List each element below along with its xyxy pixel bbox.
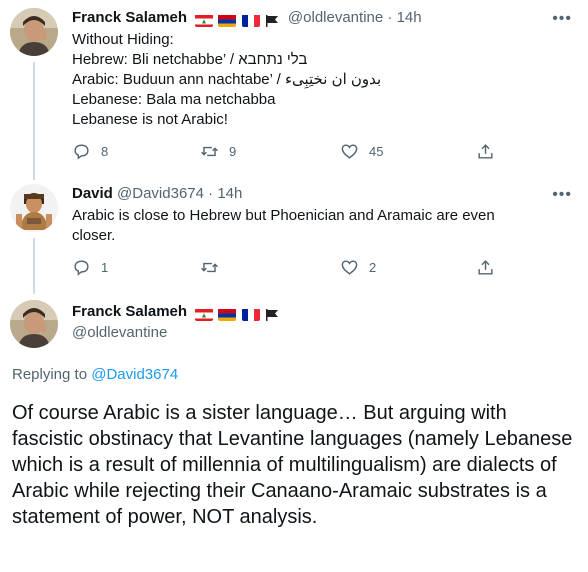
reply-button[interactable]: 1	[72, 258, 108, 277]
avatar[interactable]	[10, 184, 58, 232]
author-handle[interactable]: @David3674	[117, 185, 204, 202]
flag-armenia	[218, 14, 237, 27]
timestamp[interactable]: 14h	[217, 185, 242, 202]
flag-emojis	[195, 10, 280, 30]
flag-lebanon	[195, 14, 214, 27]
separator-dot: ·	[387, 9, 393, 26]
tweet-header: Franck Salameh @oldlevantine · 14h	[72, 8, 422, 30]
tweet-line: Arabic: Buduun ann nachtabe’ / بدون ان ن…	[72, 71, 382, 88]
replying-prefix: Replying to	[12, 366, 88, 383]
tweet-line: Hebrew: Bli netchabbe’ / בלי נתחבא	[72, 51, 308, 68]
flag-black	[265, 308, 279, 321]
like-count: 2	[369, 260, 377, 275]
like-icon	[341, 260, 358, 275]
like-button[interactable]: 2	[340, 258, 376, 277]
author-name[interactable]: Franck Salameh	[72, 303, 187, 320]
tweet-actions: 8 9 45	[72, 142, 512, 162]
reply-icon	[74, 144, 89, 160]
replying-to-link[interactable]: @David3674	[91, 366, 178, 383]
share-icon	[478, 144, 493, 159]
share-icon	[478, 260, 493, 275]
flag-armenia	[218, 308, 237, 321]
reply-icon	[74, 260, 89, 276]
main-tweet-text: Of course Arabic is a sister language… B…	[12, 402, 573, 528]
like-count: 45	[369, 144, 384, 159]
flag-emojis	[195, 304, 280, 324]
avatar[interactable]	[10, 300, 58, 348]
tweet-line: Arabic is close to Hebrew but Phoenician…	[72, 207, 495, 224]
retweet-icon	[201, 146, 218, 157]
more-icon[interactable]: •••	[552, 10, 572, 28]
tweet-line: Without Hiding:	[72, 31, 174, 48]
more-icon[interactable]: •••	[552, 186, 572, 204]
tweet-line: Lebanese: Bala ma netchabba	[72, 91, 276, 108]
separator-dot: ·	[208, 185, 214, 202]
tweet-text: Arabic is close to Hebrew but Phoenician…	[72, 206, 495, 246]
tweet-1[interactable]: Franck Salameh @oldlevantine · 14h ••• W…	[0, 0, 588, 180]
reply-button[interactable]: 8	[72, 142, 108, 161]
author-name[interactable]: Franck Salameh	[72, 9, 187, 26]
flag-lebanon	[195, 308, 214, 321]
author-handle[interactable]: @oldlevantine	[72, 324, 167, 341]
retweet-button[interactable]: 9	[200, 142, 236, 161]
retweet-count: 9	[229, 144, 237, 159]
like-button[interactable]: 45	[340, 142, 383, 161]
tweet-2[interactable]: David @David3674 · 14h ••• Arabic is clo…	[0, 180, 588, 294]
tweet-actions: 1 2	[72, 258, 512, 278]
reply-count: 1	[101, 260, 109, 275]
tweet-header: David @David3674 · 14h	[72, 184, 242, 204]
flag-black	[265, 14, 279, 27]
reply-count: 8	[101, 144, 109, 159]
tweet-text: Without Hiding: Hebrew: Bli netchabbe’ /…	[72, 30, 381, 130]
flag-france	[241, 14, 260, 27]
like-icon	[341, 144, 358, 159]
author-handle[interactable]: @oldlevantine	[288, 9, 383, 26]
share-button[interactable]	[476, 142, 495, 161]
flag-france	[241, 308, 260, 321]
retweet-button[interactable]	[200, 258, 229, 277]
timestamp[interactable]: 14h	[397, 9, 422, 26]
tweet-line: Lebanese is not Arabic!	[72, 111, 228, 128]
replying-to: Replying to @David3674	[12, 366, 178, 383]
tweet-line: closer.	[72, 227, 116, 244]
retweet-icon	[201, 262, 218, 273]
main-tweet-handle-row: @oldlevantine	[72, 323, 167, 343]
avatar[interactable]	[10, 8, 58, 56]
author-name[interactable]: David	[72, 185, 113, 202]
share-button[interactable]	[476, 258, 495, 277]
main-tweet-header: Franck Salameh	[72, 302, 284, 324]
